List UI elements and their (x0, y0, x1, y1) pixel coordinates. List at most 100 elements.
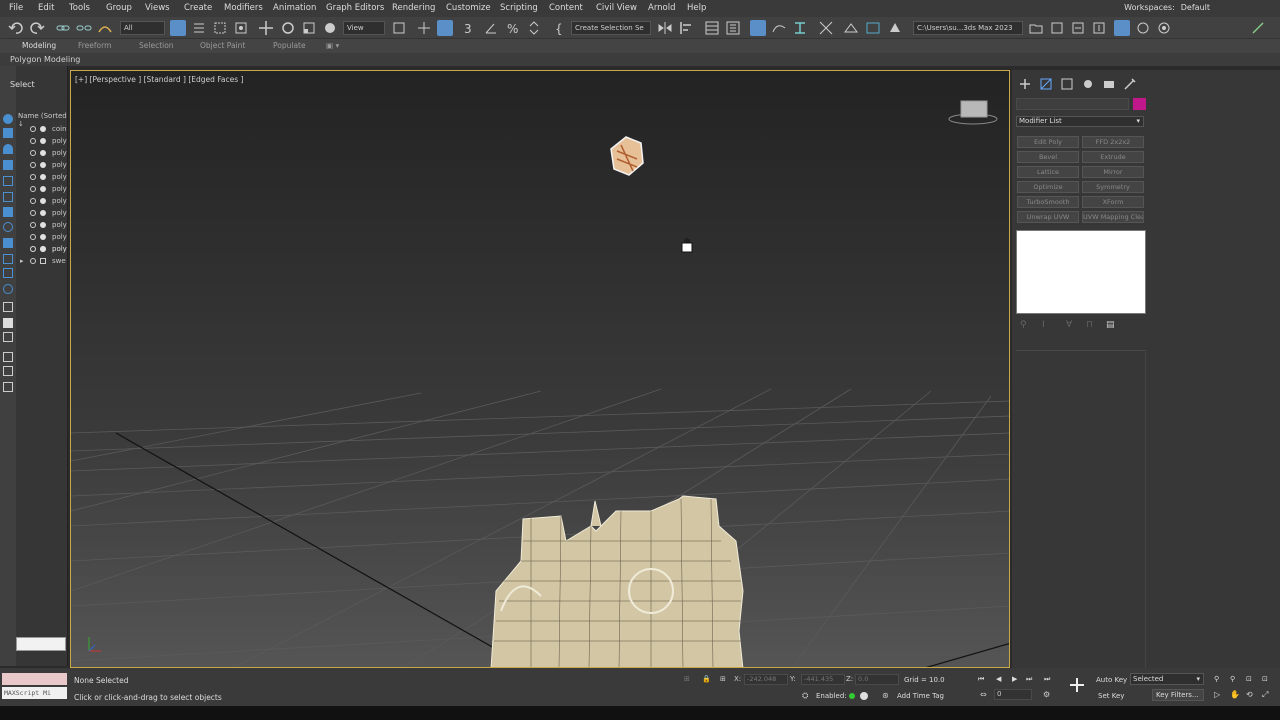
workspace-selector[interactable]: Workspaces: Default (1124, 3, 1210, 12)
display-helpers-icon[interactable] (3, 192, 13, 202)
zoom-icon[interactable]: ⚲ (1214, 675, 1219, 683)
more-tools-icon[interactable] (1250, 20, 1266, 36)
reference-coordinate-dropdown[interactable]: View (343, 21, 385, 35)
adaptive-degradation-icon[interactable]: ⛭ (802, 691, 808, 701)
z-coord-field[interactable]: 0.0 (855, 674, 899, 685)
play-icon[interactable]: ▶ (1012, 675, 1017, 683)
selection-lock-icon[interactable]: 🔒 (702, 675, 711, 683)
time-tag-lock-icon[interactable]: ⊛ (882, 691, 889, 700)
previous-frame-icon[interactable]: ◀ (996, 675, 1001, 683)
modifier-button-uvw-mapping-clear[interactable]: UVW Mapping Clear (1082, 211, 1144, 223)
tab-freeform[interactable]: Freeform (78, 41, 111, 50)
go-to-start-icon[interactable]: ⏮ (978, 675, 984, 684)
zoom-all-icon[interactable]: ⚲ (1230, 675, 1235, 683)
set-key-button[interactable]: Set Key (1098, 692, 1124, 700)
list-item[interactable]: poly (16, 208, 68, 220)
menu-edit[interactable]: Edit (38, 3, 54, 13)
modifier-button-optimize[interactable]: Optimize (1017, 181, 1079, 193)
eye-icon[interactable] (30, 258, 36, 264)
menu-scripting[interactable]: Scripting (500, 3, 538, 13)
explorer-name-field[interactable] (16, 637, 66, 651)
list-item[interactable]: poly (16, 232, 68, 244)
pan-view-icon[interactable]: ✋ (1230, 690, 1240, 699)
eye-icon[interactable] (30, 186, 36, 192)
field-of-view-icon[interactable]: ▷ (1214, 690, 1220, 699)
key-filters-button[interactable]: Key Filters... (1152, 689, 1204, 701)
rendered-frame-window-icon[interactable] (865, 20, 881, 36)
maximize-viewport-icon[interactable]: ⤢ (1262, 690, 1268, 700)
modifier-button-edit-poly[interactable]: Edit Poly (1017, 136, 1079, 148)
modifier-button-xform[interactable]: XForm (1082, 196, 1144, 208)
ribbon-options-icon[interactable]: ▣ ▾ (326, 41, 339, 50)
menu-graph-editors[interactable]: Graph Editors (326, 3, 384, 13)
menu-customize[interactable]: Customize (446, 3, 491, 13)
menu-civil-view[interactable]: Civil View (596, 3, 637, 13)
selection-filter-dropdown[interactable]: All (120, 21, 165, 35)
filter-icon[interactable] (3, 352, 13, 362)
edit-named-selection-icon[interactable]: { (552, 20, 568, 36)
display-hidden-icon[interactable] (3, 302, 13, 312)
modifier-button-turbosmooth[interactable]: TurboSmooth (1017, 196, 1079, 208)
eye-icon[interactable] (30, 246, 36, 252)
toggle-layer-explorer-icon[interactable] (725, 20, 741, 36)
y-coord-field[interactable]: -441.435 (801, 674, 845, 685)
show-end-result-icon[interactable]: I (1042, 320, 1045, 330)
make-unique-icon[interactable]: ∀ (1066, 320, 1072, 330)
arnold-render-icon[interactable] (1156, 20, 1172, 36)
render-production-icon[interactable] (887, 20, 903, 36)
go-to-end-icon[interactable]: ⏭ (1044, 675, 1050, 684)
toggle-ribbon-icon[interactable] (750, 20, 766, 36)
perspective-viewport[interactable]: [+] [Perspective ] [Standard ] [Edged Fa… (70, 70, 1010, 668)
modifier-button-symmetry[interactable]: Symmetry (1082, 181, 1144, 193)
menu-tools[interactable]: Tools (69, 3, 90, 13)
list-item[interactable]: poly (16, 136, 68, 148)
find-icon[interactable] (3, 382, 13, 392)
menu-modifiers[interactable]: Modifiers (224, 3, 263, 13)
unlink-icon[interactable] (76, 20, 92, 36)
display-tab-icon[interactable] (1101, 76, 1117, 92)
set-key-icon[interactable] (1068, 676, 1086, 694)
list-item[interactable]: poly (16, 172, 68, 184)
list-item[interactable]: poly (16, 148, 68, 160)
time-configuration-icon[interactable]: ⚙ (1043, 690, 1050, 699)
ribbon-panel-polygon-modeling[interactable]: Polygon Modeling (0, 53, 1280, 66)
eye-icon[interactable] (30, 210, 36, 216)
list-item[interactable]: poly (16, 244, 68, 256)
maxscript-mini-listener[interactable]: MAXScript Mi (2, 687, 67, 699)
display-shapes-icon[interactable] (3, 144, 13, 154)
display-none-filter-icon[interactable] (3, 332, 13, 342)
list-item[interactable]: poly (16, 184, 68, 196)
rectangular-selection-icon[interactable] (212, 20, 228, 36)
menu-create[interactable]: Create (184, 3, 212, 13)
percent-snap-icon[interactable]: % (505, 20, 521, 36)
angle-snap-icon[interactable] (483, 20, 499, 36)
open-icon[interactable] (1070, 20, 1086, 36)
display-geometry-icon[interactable] (3, 128, 13, 138)
named-selection-set-dropdown[interactable]: Create Selection Se (571, 21, 651, 35)
display-cameras-icon[interactable] (3, 176, 13, 186)
object-name-field[interactable] (1016, 98, 1129, 110)
material-editor-icon[interactable] (818, 20, 834, 36)
menu-group[interactable]: Group (106, 3, 132, 13)
modifier-button-lattice[interactable]: Lattice (1017, 166, 1079, 178)
modifier-button-bevel[interactable]: Bevel (1017, 151, 1079, 163)
current-frame-field[interactable]: 0 (994, 689, 1032, 700)
eye-icon[interactable] (30, 222, 36, 228)
display-frozen-icon[interactable] (3, 284, 13, 294)
utilities-tab-icon[interactable] (1122, 76, 1138, 92)
align-icon[interactable] (678, 20, 694, 36)
menu-content[interactable]: Content (549, 3, 583, 13)
time-tag-icon[interactable] (860, 692, 868, 700)
spinner-snap-icon[interactable] (526, 20, 542, 36)
list-item[interactable]: poly (16, 196, 68, 208)
key-mode-icon[interactable]: ⇔ (980, 690, 987, 699)
scale-icon[interactable] (301, 20, 317, 36)
motion-tab-icon[interactable] (1080, 76, 1096, 92)
zoom-extents-icon[interactable]: ⊡ (1246, 675, 1252, 683)
menu-animation[interactable]: Animation (273, 3, 316, 13)
display-groups-icon[interactable] (3, 222, 13, 232)
isolate-selection-icon[interactable]: ⊞ (684, 675, 690, 683)
menu-arnold[interactable]: Arnold (648, 3, 676, 13)
list-item[interactable]: poly (16, 220, 68, 232)
tab-selection[interactable]: Selection (139, 41, 174, 50)
